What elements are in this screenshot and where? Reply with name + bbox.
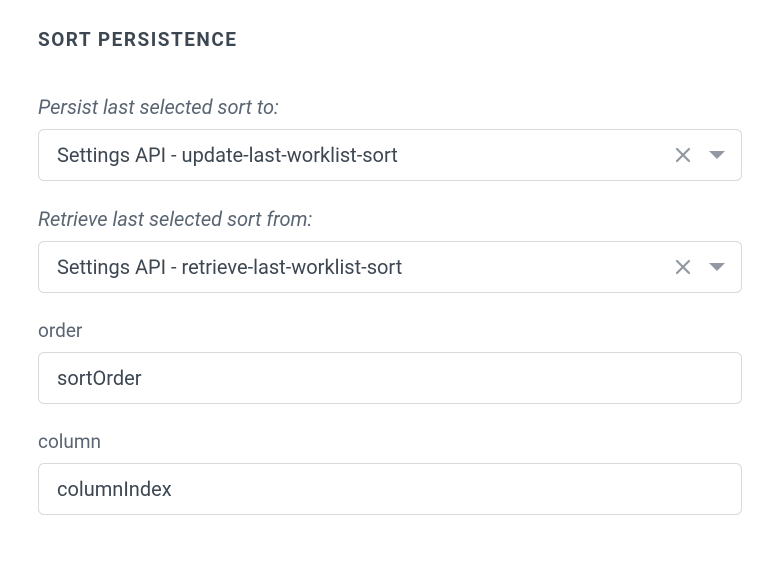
order-input[interactable]: [38, 352, 742, 404]
retrieve-label: Retrieve last selected sort from:: [38, 207, 742, 231]
retrieve-select-value: Settings API - retrieve-last-worklist-so…: [57, 255, 671, 279]
persist-select-value: Settings API - update-last-worklist-sort: [57, 143, 671, 167]
retrieve-field-group: Retrieve last selected sort from: Settin…: [38, 207, 742, 293]
persist-select-actions: [671, 143, 729, 167]
chevron-down-icon[interactable]: [705, 258, 729, 276]
column-input[interactable]: [38, 463, 742, 515]
retrieve-select-actions: [671, 255, 729, 279]
persist-field-group: Persist last selected sort to: Settings …: [38, 95, 742, 181]
order-label: order: [38, 319, 742, 342]
column-field-group: column: [38, 430, 742, 515]
persist-label: Persist last selected sort to:: [38, 95, 742, 119]
column-label: column: [38, 430, 742, 453]
persist-select[interactable]: Settings API - update-last-worklist-sort: [38, 129, 742, 181]
order-field-group: order: [38, 319, 742, 404]
section-title: SORT PERSISTENCE: [38, 28, 742, 51]
chevron-down-icon[interactable]: [705, 146, 729, 164]
close-icon[interactable]: [671, 255, 695, 279]
close-icon[interactable]: [671, 143, 695, 167]
retrieve-select[interactable]: Settings API - retrieve-last-worklist-so…: [38, 241, 742, 293]
